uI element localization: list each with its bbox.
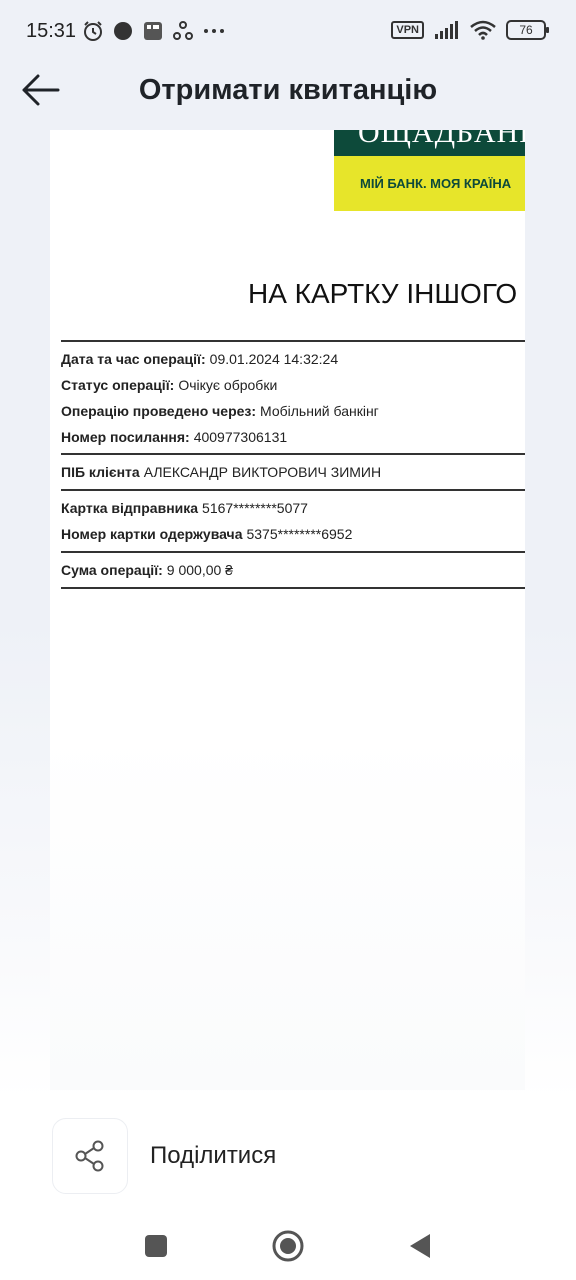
row-value: 09.01.2024 14:32:24 <box>209 351 339 367</box>
square-recent-icon <box>145 1235 167 1257</box>
recent-apps-button[interactable] <box>138 1228 174 1264</box>
battery-icon: 76 <box>506 20 549 40</box>
status-right-icons: VPN 76 <box>391 20 549 40</box>
app-icon <box>144 22 162 40</box>
row-value: Очікує обробки <box>178 377 278 393</box>
signal-icon <box>435 21 458 39</box>
divider <box>61 587 525 589</box>
share-label[interactable]: Поділитися <box>150 1142 276 1170</box>
divider <box>61 340 525 342</box>
status-bar: 15:31 VPN 76 <box>0 0 576 62</box>
row-value: Мобільний банкінг <box>260 403 379 419</box>
status-left-icons <box>82 19 226 43</box>
row-label: Дата та час операції: <box>61 351 206 367</box>
wifi-icon <box>470 20 496 40</box>
system-back-button[interactable] <box>402 1228 438 1264</box>
row-value: АЛЕКСАНДР ВИКТОРОВИЧ ЗИМИН <box>143 464 382 480</box>
home-button[interactable] <box>270 1228 306 1264</box>
row-value: 9 000,00 ₴ <box>166 562 233 578</box>
triangle-back-icon <box>410 1234 430 1258</box>
more-dots-icon <box>204 29 224 33</box>
row-label: Статус операції: <box>61 377 175 393</box>
row-label: Операцію проведено через: <box>61 403 257 419</box>
system-nav-bar <box>0 1210 576 1280</box>
row-label: Номер картки одержувача <box>61 526 243 542</box>
receipt-row-amount: Сума операції: 9 000,00 ₴ <box>61 562 233 578</box>
sync-icon <box>173 21 193 40</box>
app-header: Отримати квитанцію <box>0 62 576 122</box>
page-title: Отримати квитанцію <box>138 74 438 106</box>
receipt-row-datetime: Дата та час операції: 09.01.2024 14:32:24 <box>61 351 338 367</box>
vpn-icon: VPN <box>391 21 424 39</box>
divider <box>61 453 525 455</box>
bank-slogan: МІЙ БАНК. МОЯ КРАЇНА <box>334 156 525 211</box>
row-label: Картка відправника <box>61 500 199 516</box>
bank-name: ОЩАДБАНК <box>358 130 525 149</box>
receipt-row-channel: Операцію проведено через: Мобільний банкі… <box>61 403 379 419</box>
share-icon-box[interactable] <box>52 1118 128 1194</box>
row-label: Сума операції: <box>61 562 163 578</box>
share-button[interactable]: Поділитися <box>52 1118 276 1194</box>
row-value: 5375********6952 <box>246 526 353 542</box>
receipt-row-recipient-card: Номер картки одержувача 5375********6952 <box>61 526 352 542</box>
receipt-row-client: ПІБ клієнта АЛЕКСАНДР ВИКТОРОВИЧ ЗИМИН <box>61 464 381 480</box>
receipt-preview: ОЩАДБАНК МІЙ БАНК. МОЯ КРАЇНА НА КАРТКУ … <box>50 130 525 1090</box>
dot-icon <box>114 22 132 40</box>
receipt-row-status: Статус операції: Очікує обробки <box>61 377 277 393</box>
row-value: 5167********5077 <box>202 500 308 516</box>
divider <box>61 489 525 491</box>
circle-home-icon <box>272 1230 304 1262</box>
receipt-row-sender-card: Картка відправника 5167********5077 <box>61 500 308 516</box>
receipt-row-reference: Номер посилання: 400977306131 <box>61 429 287 445</box>
bank-logo-banner: ОЩАДБАНК МІЙ БАНК. МОЯ КРАЇНА <box>334 130 525 211</box>
row-label: ПІБ клієнта <box>61 464 140 480</box>
divider <box>61 551 525 553</box>
row-label: Номер посилання: <box>61 429 190 445</box>
bank-name-strip: ОЩАДБАНК <box>334 130 525 156</box>
status-time: 15:31 <box>26 20 77 42</box>
share-icon <box>75 1140 104 1172</box>
receipt-heading: НА КАРТКУ ІНШОГО <box>248 278 518 309</box>
alarm-icon <box>84 21 102 41</box>
row-value: 400977306131 <box>193 429 288 445</box>
